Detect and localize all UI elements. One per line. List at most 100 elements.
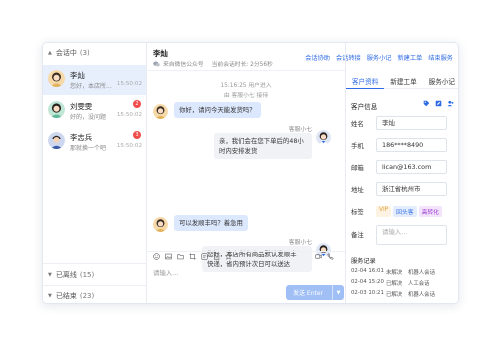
composer-toolbar <box>147 251 345 261</box>
group-active[interactable]: ▲ 会话中 (3) <box>43 43 147 63</box>
group-ended[interactable]: ▼ 已结束 (23) <box>43 286 147 303</box>
star-icon[interactable] <box>225 253 232 260</box>
agent-name: 客服小七 <box>288 127 312 133</box>
customer-message: 可以发顺丰吗？着急用 <box>174 215 248 231</box>
address-field[interactable]: 浙江省杭州市 <box>376 182 447 196</box>
record-agent: 机器人会话 <box>408 270 435 276</box>
name-field[interactable]: 李灿 <box>376 116 447 130</box>
chat-duration: 当前会话时长: 2分56秒 <box>211 62 273 68</box>
record-status: 已解决 <box>386 281 403 287</box>
record-row: 02-04 16:01 未解决 机器人会话 <box>351 268 435 276</box>
chevron-down-icon[interactable]: ▼ <box>332 285 344 300</box>
conversation-time: 15:50:02 <box>116 112 142 118</box>
divider <box>43 263 147 264</box>
customer-avatar <box>153 217 168 232</box>
caret-up-icon: ▲ <box>48 50 52 56</box>
avatar <box>48 70 65 87</box>
section-actions <box>418 100 454 107</box>
emoji-icon[interactable] <box>153 253 160 260</box>
agent-message-line: 亲，我们会在您下单后的48小 <box>219 137 304 145</box>
system-message: 15:16:25 用户进入 <box>220 83 272 89</box>
records-title: 服务记录 <box>351 258 376 265</box>
group-ended-count: (23) <box>79 292 95 300</box>
section-title: 客户信息 <box>351 103 378 111</box>
record-date: 02-04 16:01 <box>351 268 384 274</box>
tag-badge[interactable]: VIP <box>376 206 392 217</box>
group-ended-label: 已结束 <box>55 292 77 300</box>
conversation-time: 15:50:02 <box>116 81 142 87</box>
record-date: 02-04 15:20 <box>351 279 384 285</box>
phone-field[interactable]: 186****8490 <box>376 138 447 152</box>
chat-subtitle: 来自微信公众号 当前会话时长: 2分56秒 <box>153 59 273 68</box>
agent-avatar <box>316 130 331 145</box>
media-actions <box>315 253 339 260</box>
record-status: 未解决 <box>386 270 403 276</box>
system-message: 由 客服小七 接待 <box>223 93 269 99</box>
message-input[interactable]: 请输入... <box>153 268 178 277</box>
panel-tabs: 客户资料 新建工单 服务小记 <box>346 77 458 89</box>
conversation-time: 15:50:02 <box>116 143 142 149</box>
send-button-label: 发送 Enter <box>293 290 324 297</box>
unread-badge: 3 <box>133 131 141 139</box>
conversation-name: 李志兵 <box>70 133 93 142</box>
edit-icon[interactable] <box>435 100 442 107</box>
conversation-preview: 好的，没问题 <box>70 114 107 121</box>
conversation-item[interactable]: 李志兵 那就换一个吧 15:50:02 3 <box>43 127 146 157</box>
group-offline-label: 已离线 <box>55 271 77 279</box>
avatar <box>48 101 65 118</box>
record-status: 已解决 <box>386 292 403 298</box>
tab-new-ticket[interactable]: 新建工单 <box>384 77 422 89</box>
field-label: 手机 <box>351 142 364 150</box>
record-row: 02-03 10:21 已解决 机器人会话 <box>351 290 435 298</box>
field-label: 地址 <box>351 186 364 194</box>
user-icon[interactable] <box>447 100 454 107</box>
group-offline[interactable]: ▼ 已离线 (15) <box>43 265 147 285</box>
agent-message-line: 时内安排发货 <box>219 147 258 155</box>
conversation-sidebar: ▲ 会话中 (3) 李灿 您好，本店所... 15:50:02 刘雯雯 好的，没… <box>43 43 147 303</box>
record-date: 02-03 10:21 <box>351 290 384 296</box>
conversation-name: 刘雯雯 <box>70 102 93 111</box>
customer-avatar <box>153 104 168 119</box>
group-active-count: (3) <box>79 49 90 57</box>
chat-console: ▲ 会话中 (3) 李灿 您好，本店所... 15:50:02 刘雯雯 好的，没… <box>42 42 459 304</box>
chat-pane: 李灿 来自微信公众号 当前会话时长: 2分56秒 15:16:25 用户进入 由… <box>147 43 345 303</box>
record-row: 02-04 15:20 已解决 人工会话 <box>351 279 430 287</box>
email-field[interactable]: lican@163.com <box>376 160 447 174</box>
conversation-item[interactable]: 刘雯雯 好的，没问题 15:50:02 2 <box>43 96 146 126</box>
quick-reply-icon[interactable] <box>201 253 208 260</box>
field-label: 备注 <box>351 231 364 239</box>
document-icon[interactable] <box>213 253 220 260</box>
caret-down-icon: ▼ <box>48 293 52 299</box>
field-label: 标签 <box>351 208 364 216</box>
agent-name: 客服小七 <box>288 240 312 246</box>
record-agent: 人工会话 <box>408 281 430 287</box>
conversation-preview: 您好，本店所... <box>70 83 112 90</box>
conversation-preview: 那就换一个吧 <box>70 145 107 152</box>
avatar <box>48 132 65 149</box>
image-icon[interactable] <box>165 253 172 260</box>
tag-badge[interactable]: 高转化 <box>418 206 442 217</box>
wechat-icon <box>153 61 160 66</box>
conversation-name: 李灿 <box>70 71 85 80</box>
customer-message: 你好，请问今天能发货吗？ <box>174 102 261 118</box>
screenshot-icon[interactable] <box>189 253 196 260</box>
phone-icon[interactable] <box>327 253 334 260</box>
send-button[interactable]: 发送 Enter ▼ <box>286 285 344 300</box>
tab-service-note[interactable]: 服务小记 <box>423 77 458 89</box>
chat-source: 来自微信公众号 <box>163 62 204 68</box>
video-call-icon[interactable] <box>315 253 322 260</box>
group-offline-count: (15) <box>79 271 95 279</box>
action-assist[interactable]: 会话协助 <box>305 53 330 62</box>
customer-name: 李灿 <box>153 49 168 58</box>
customer-panel: 客户资料 新建工单 服务小记 客户信息 姓名 李灿 手机 186****8490… <box>345 43 458 303</box>
record-agent: 机器人会话 <box>408 292 435 298</box>
tag-badge[interactable]: 回头客 <box>393 206 417 217</box>
folder-icon[interactable] <box>177 253 184 260</box>
field-label: 邮箱 <box>351 164 364 172</box>
remark-field[interactable]: 请输入... <box>376 225 447 245</box>
conversation-item[interactable]: 李灿 您好，本店所... 15:50:02 <box>43 65 146 95</box>
tag-icon[interactable] <box>423 100 430 107</box>
field-label: 姓名 <box>351 120 364 128</box>
agent-message: 亲，我们会在您下单后的48小 时内安排发货 <box>214 133 312 159</box>
tab-customer-profile[interactable]: 客户资料 <box>346 77 385 89</box>
